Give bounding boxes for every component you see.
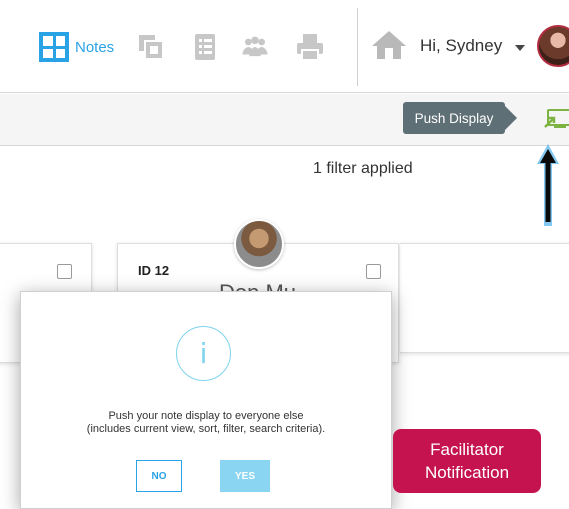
arrow-up-icon [533,140,563,230]
yes-button[interactable]: YES [220,460,270,492]
card-id: ID 12 [138,263,170,278]
nav-divider [357,8,358,86]
dialog-message-line2: (includes current view, sort, filter, se… [86,423,326,435]
push-display-icon[interactable] [543,107,569,131]
copy-icon[interactable] [136,32,166,62]
list-icon[interactable] [190,32,220,62]
people-icon[interactable] [240,32,276,62]
tab-notes-label: Notes [75,38,115,56]
push-display-tooltip: Push Display [403,102,517,134]
info-icon-glyph: i [199,337,208,370]
callout-line2: Notification [424,463,510,482]
dialog-message-line1: Push your note display to everyone else [108,410,304,422]
caret-down-icon[interactable] [515,45,525,51]
card-checkbox[interactable] [57,264,72,279]
no-button[interactable]: NO [136,460,182,492]
tab-notes[interactable]: Notes [39,32,114,62]
print-icon[interactable] [295,32,325,62]
home-icon[interactable] [370,28,408,62]
top-navigation: Notes Hi, Sydney [0,0,569,93]
avatar[interactable] [537,25,569,67]
note-card-edge [400,243,569,353]
card-checkbox[interactable] [366,264,381,279]
info-icon: i [176,326,231,381]
user-greeting[interactable]: Hi, Sydney [420,36,502,56]
screen: Notes Hi, Sydney Push Display 1 filter a… [0,0,569,509]
grid-icon [39,32,69,62]
push-display-dialog [20,291,392,509]
card-avatar [234,219,284,269]
callout-line1: Facilitator [430,440,504,459]
facilitator-notification-callout: Facilitator Notification [393,429,541,493]
filter-status[interactable]: 1 filter applied [313,160,413,178]
